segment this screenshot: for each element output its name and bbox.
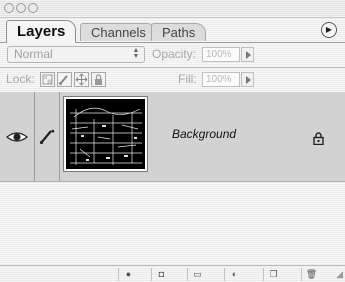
fill-label: Fill:: [178, 72, 197, 86]
blend-row: Normal ▲ ▼ Opacity: 100%: [0, 43, 345, 68]
move-lock-icon[interactable]: [74, 72, 89, 87]
column-divider: [59, 92, 60, 181]
brush-lock-icon[interactable]: [57, 72, 72, 87]
layer-mask-icon[interactable]: ◘: [151, 268, 170, 281]
layer-lock-icon: [313, 132, 324, 150]
bottom-toolbar: ● ◘ ▭ ◐ ❐ 🗑 ◢: [0, 265, 345, 282]
zoom-window-button[interactable]: [28, 3, 38, 13]
palette-tabs: Layers Channels Paths: [0, 18, 345, 43]
blend-mode-value: Normal: [14, 47, 53, 61]
resize-grip-icon[interactable]: ◢: [336, 269, 343, 280]
opacity-field[interactable]: 100%: [202, 47, 240, 62]
close-window-button[interactable]: [4, 3, 14, 13]
layers-palette: Layers Channels Paths ▶ Normal ▲ ▼ Opacit…: [0, 0, 345, 282]
column-divider: [34, 92, 35, 181]
blend-mode-select[interactable]: Normal ▲ ▼: [7, 46, 145, 63]
brush-link-icon[interactable]: [38, 128, 56, 151]
minimize-window-button[interactable]: [16, 3, 26, 13]
padlock-icon[interactable]: [91, 72, 106, 87]
visibility-eye-icon[interactable]: [5, 130, 29, 149]
opacity-slider-arrow-icon[interactable]: [241, 47, 254, 62]
layer-thumbnail[interactable]: [63, 96, 148, 172]
palette-menu-button[interactable]: ▶: [321, 22, 337, 38]
updown-arrows-icon: ▲ ▼: [132, 47, 140, 60]
layer-row[interactable]: Background: [0, 92, 345, 182]
fill-field[interactable]: 100%: [202, 72, 240, 87]
fill-slider-arrow-icon[interactable]: [241, 72, 254, 87]
lock-label: Lock:: [6, 72, 35, 86]
new-group-icon[interactable]: ▭: [187, 268, 206, 281]
new-layer-icon[interactable]: ❐: [263, 268, 282, 281]
opacity-label: Opacity:: [152, 47, 197, 61]
tab-paths[interactable]: Paths: [151, 23, 207, 41]
layer-style-icon[interactable]: ●: [118, 268, 137, 281]
transparency-lock-icon[interactable]: [40, 72, 55, 87]
adjustment-layer-icon[interactable]: ◐: [224, 268, 243, 281]
tab-layers[interactable]: Layers: [6, 20, 77, 43]
palette-title-bar[interactable]: [0, 0, 345, 18]
lock-row: Lock: Fill: 100%: [0, 68, 345, 93]
trash-icon[interactable]: 🗑: [301, 268, 320, 281]
tab-channels[interactable]: Channels: [80, 23, 157, 41]
layer-name[interactable]: Background: [172, 127, 236, 141]
